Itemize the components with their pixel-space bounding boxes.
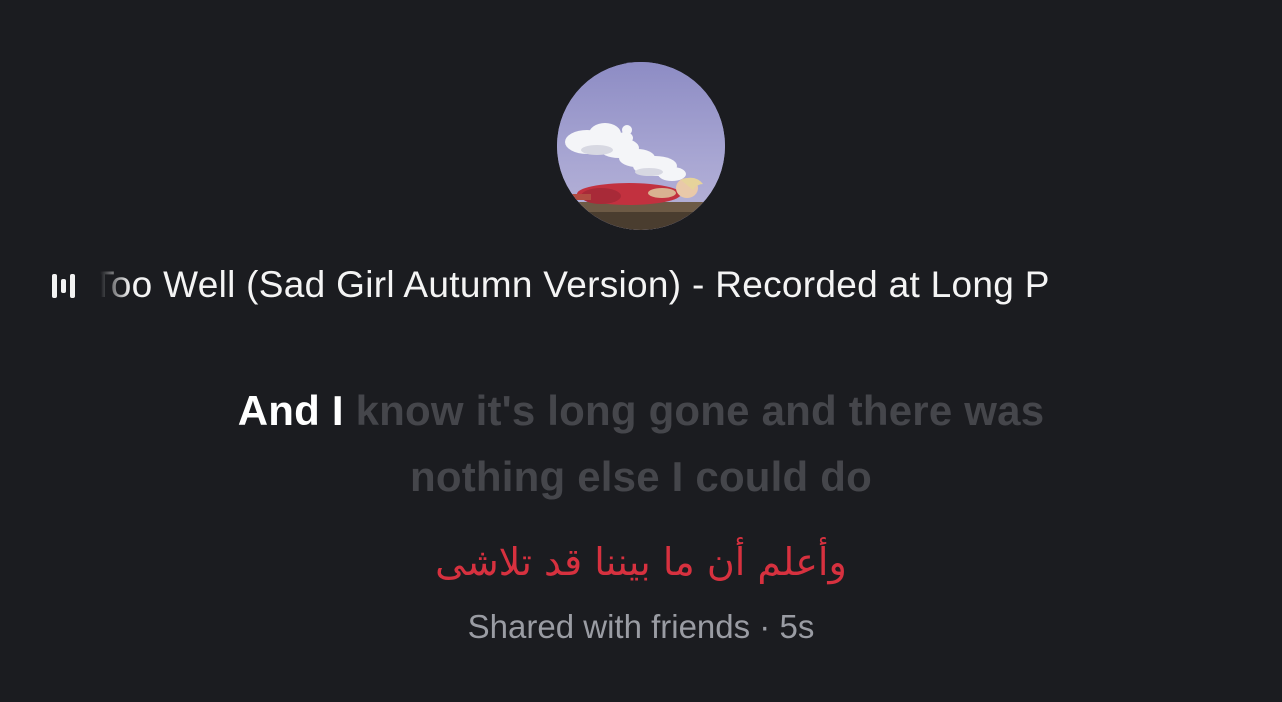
lyrics-screen: Too Well (Sad Girl Autumn Version) - Rec… bbox=[0, 0, 1282, 702]
lyric-sung-text: And I bbox=[237, 387, 344, 434]
lyric-translation: وأعلم أن ما بيننا قد تلاشى bbox=[435, 540, 847, 584]
current-lyric-line: And I know it's long gone and there was … bbox=[160, 378, 1122, 510]
album-cover-image[interactable] bbox=[557, 62, 725, 230]
track-title: Too Well (Sad Girl Autumn Version) - Rec… bbox=[100, 264, 1050, 305]
album-cover-art bbox=[557, 62, 725, 230]
shared-status: Shared with friends · 5s bbox=[467, 608, 815, 645]
track-title-marquee: Too Well (Sad Girl Autumn Version) - Rec… bbox=[100, 258, 1230, 314]
now-playing-bars-icon bbox=[52, 271, 86, 301]
lyric-unsung-text: know it's long gone and there was nothin… bbox=[355, 387, 1045, 500]
now-playing-row[interactable]: Too Well (Sad Girl Autumn Version) - Rec… bbox=[52, 258, 1232, 314]
